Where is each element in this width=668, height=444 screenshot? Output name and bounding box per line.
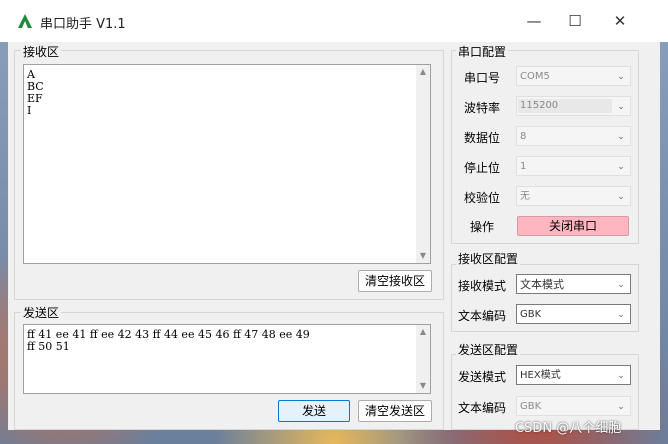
receive-encoding-label: 文本编码	[458, 309, 507, 323]
parity-value: 无	[520, 191, 530, 202]
receive-mode-select[interactable]: 文本模式 ⌄	[516, 274, 631, 294]
send-encoding-label: 文本编码	[458, 401, 507, 415]
scroll-up-icon[interactable]: ▲	[416, 325, 430, 339]
chevron-down-icon[interactable]: ⌄	[615, 157, 627, 177]
watermark: CSDN @八个细胞	[515, 421, 622, 436]
close-port-button[interactable]: 关闭串口	[517, 216, 629, 236]
send-mode-label: 发送模式	[458, 370, 507, 384]
client-area: 接收区 A BC EF I ▲ ▼ 清空接收区 发送区 ff 41 ee 41 …	[8, 42, 660, 430]
receive-textarea[interactable]: A BC EF I ▲ ▼	[23, 64, 431, 264]
baud-value: 115200	[520, 100, 559, 111]
receive-mode-value: 文本模式	[520, 278, 564, 291]
send-button[interactable]: 发送	[278, 400, 350, 422]
action-label: 操作	[470, 220, 495, 234]
send-textarea[interactable]: ff 41 ee 41 ff ee 42 43 ff 44 ee 45 46 f…	[23, 324, 431, 394]
receive-text: A BC EF I	[27, 68, 44, 117]
app-icon	[18, 14, 32, 28]
chevron-down-icon[interactable]: ⌄	[615, 97, 627, 117]
chevron-down-icon[interactable]: ⌄	[615, 187, 627, 207]
baud-select[interactable]: 115200 ⌄	[516, 96, 631, 116]
minimize-icon[interactable]: —	[514, 6, 554, 36]
send-encoding-value: GBK	[520, 401, 542, 412]
receive-config-label: 接收区配置	[456, 250, 521, 267]
serial-config-label: 串口配置	[456, 43, 509, 60]
receive-mode-label: 接收模式	[458, 279, 507, 293]
port-value: COM5	[520, 71, 550, 82]
stopbits-select[interactable]: 1 ⌄	[516, 156, 631, 176]
chevron-down-icon[interactable]: ⌄	[615, 305, 627, 325]
chevron-down-icon[interactable]: ⌄	[615, 366, 627, 386]
stopbits-label: 停止位	[464, 161, 501, 175]
baud-label: 波特率	[464, 101, 501, 115]
send-mode-select[interactable]: HEX模式 ⌄	[516, 365, 631, 385]
chevron-down-icon[interactable]: ⌄	[615, 127, 627, 147]
databits-label: 数据位	[464, 131, 501, 145]
send-group-label: 发送区	[21, 304, 62, 321]
parity-label: 校验位	[464, 191, 501, 205]
baud-input[interactable]: 115200	[518, 99, 612, 113]
close-icon[interactable]: ✕	[600, 6, 640, 36]
port-label: 串口号	[464, 71, 501, 85]
send-scrollbar[interactable]: ▲ ▼	[416, 325, 430, 393]
scroll-down-icon[interactable]: ▼	[416, 249, 430, 263]
clear-receive-button[interactable]: 清空接收区	[358, 270, 432, 292]
receive-group-label: 接收区	[21, 43, 62, 60]
port-select[interactable]: COM5 ⌄	[516, 66, 631, 86]
clear-send-button[interactable]: 清空发送区	[358, 400, 432, 422]
stopbits-value: 1	[520, 161, 527, 172]
receive-scrollbar[interactable]: ▲ ▼	[416, 65, 430, 263]
chevron-down-icon[interactable]: ⌄	[615, 67, 627, 87]
receive-encoding-value: GBK	[520, 309, 542, 320]
send-config-label: 发送区配置	[456, 341, 521, 358]
scroll-down-icon[interactable]: ▼	[416, 379, 430, 393]
chevron-down-icon[interactable]: ⌄	[615, 275, 627, 295]
app-window: 串口助手 V1.1 — ☐ ✕ 接收区 A BC EF I ▲ ▼ 清空接收区 …	[0, 0, 668, 444]
chevron-down-icon[interactable]: ⌄	[615, 397, 627, 417]
send-mode-value: HEX模式	[520, 370, 561, 381]
maximize-icon[interactable]: ☐	[555, 6, 595, 36]
parity-select[interactable]: 无 ⌄	[516, 186, 631, 206]
databits-select[interactable]: 8 ⌄	[516, 126, 631, 146]
receive-encoding-select[interactable]: GBK ⌄	[516, 304, 631, 324]
send-encoding-select[interactable]: GBK ⌄	[516, 396, 631, 416]
window-title: 串口助手 V1.1	[40, 17, 126, 32]
title-bar: 串口助手 V1.1 — ☐ ✕	[0, 0, 668, 42]
scroll-up-icon[interactable]: ▲	[416, 65, 430, 79]
send-text: ff 41 ee 41 ff ee 42 43 ff 44 ee 45 46 f…	[27, 328, 310, 353]
databits-value: 8	[520, 131, 527, 142]
